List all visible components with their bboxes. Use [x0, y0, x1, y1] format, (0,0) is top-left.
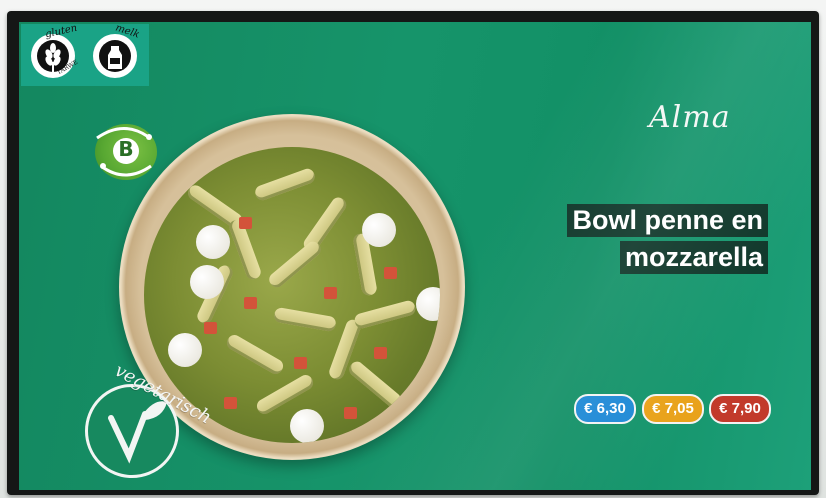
milk-icon	[93, 34, 137, 78]
bio-letter: B	[118, 137, 134, 161]
dish-title: Bowl penne en mozzarella	[567, 204, 768, 278]
price-medium: € 7,05	[642, 394, 704, 424]
allergen-panel: gluten TARWE melk	[21, 22, 149, 86]
brand-logo: Alma	[649, 100, 731, 135]
price-large: € 7,90	[709, 394, 771, 424]
dish-title-line-2: mozzarella	[619, 241, 768, 274]
gluten-icon	[31, 34, 75, 78]
vegetarian-badge: vegetarisch	[81, 356, 215, 486]
bio-badge: B	[91, 122, 157, 180]
price-small: € 6,30	[574, 394, 636, 424]
dish-title-line-1: Bowl penne en	[567, 204, 768, 237]
menu-screen: gluten TARWE melk B Alma Bowl penne en m…	[19, 22, 811, 490]
